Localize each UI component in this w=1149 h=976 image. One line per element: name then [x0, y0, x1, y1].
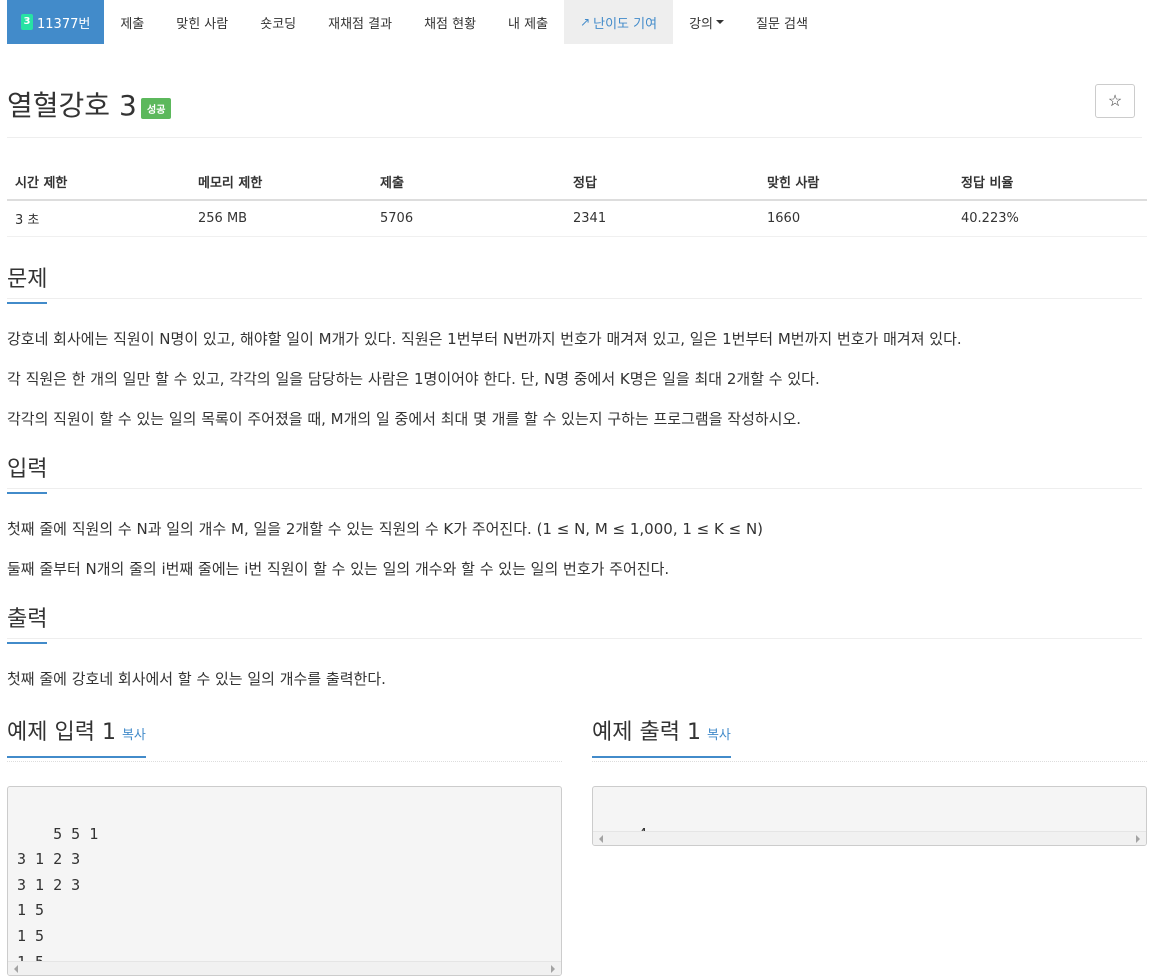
description-paragraph-1: 강호네 회사에는 직원이 N명이 있고, 해야할 일이 M개가 있다. 직원은 …	[7, 330, 962, 348]
horizontal-scrollbar[interactable]	[8, 961, 561, 975]
problem-number: 11377번	[37, 16, 91, 32]
scroll-left-icon[interactable]	[14, 965, 18, 973]
sample-input-section: 예제 입력 1 복사	[7, 712, 562, 762]
scroll-right-icon[interactable]	[1136, 835, 1140, 843]
description-heading: 문제	[7, 261, 48, 304]
description-paragraph-3: 각각의 직원이 할 수 있는 일의 목록이 주어졌을 때, M개의 일 중에서 …	[7, 410, 802, 428]
input-paragraph-2: 둘째 줄부터 N개의 줄의 i번째 줄에는 i번 직원이 할 수 있는 일의 개…	[7, 560, 670, 578]
tab-my-submissions[interactable]: 내 제출	[492, 0, 564, 44]
input-heading: 입력	[7, 451, 48, 494]
problem-title: 열혈강호 3	[7, 89, 137, 122]
tab-rejudge[interactable]: 재채점 결과	[312, 0, 408, 44]
solvers-value: 1660	[759, 200, 953, 237]
sample-output-title: 예제 출력 1	[592, 720, 701, 745]
table-header-row: 시간 제한 메모리 제한 제출 정답 맞힌 사람 정답 비율	[7, 164, 1147, 201]
tab-submit[interactable]: 제출	[104, 0, 160, 44]
memory-limit-value: 256 MB	[190, 200, 372, 237]
sample-input-box[interactable]: 5 5 1 3 1 2 3 3 1 2 3 1 5 1 5 1 5	[7, 786, 562, 976]
tab-solvers[interactable]: 맞힌 사람	[160, 0, 244, 44]
tab-lectures[interactable]: 강의	[673, 0, 740, 44]
header-accepted: 정답	[565, 164, 759, 201]
copy-sample-output-link[interactable]: 복사	[707, 728, 731, 743]
description-header: 문제	[7, 255, 1142, 304]
star-icon: ☆	[1107, 93, 1123, 110]
output-heading: 출력	[7, 601, 48, 644]
scroll-right-icon[interactable]	[551, 965, 555, 973]
description-paragraph-2: 각 직원은 한 개의 일만 할 수 있고, 각각의 일을 담당하는 사람은 1명…	[7, 370, 820, 388]
tab-question-search[interactable]: 질문 검색	[740, 0, 824, 44]
horizontal-scrollbar[interactable]	[593, 831, 1146, 845]
tab-problem[interactable]: 3 11377번	[7, 0, 105, 44]
submissions-value: 5706	[372, 200, 565, 237]
status-badge: 성공	[141, 98, 172, 119]
tab-status[interactable]: 채점 현황	[408, 0, 492, 44]
sample-input-header: 예제 입력 1 복사	[7, 712, 562, 762]
tier-badge-icon: 3	[21, 14, 33, 30]
title-row: 열혈강호 3 성공 ☆	[7, 44, 1142, 138]
output-section: 출력 첫째 줄에 강호네 회사에서 할 수 있는 일의 개수를 출력한다.	[7, 595, 1142, 689]
page: 3 11377번 제출 맞힌 사람 숏코딩 재채점 결과 채점 현황 내 제출 …	[0, 0, 1149, 976]
output-paragraph-1: 첫째 줄에 강호네 회사에서 할 수 있는 일의 개수를 출력한다.	[7, 670, 386, 688]
input-header: 입력	[7, 445, 1142, 494]
accepted-value: 2341	[565, 200, 759, 237]
tab-short-coding[interactable]: 숏코딩	[244, 0, 312, 44]
favorite-button[interactable]: ☆	[1095, 84, 1135, 118]
description-section: 문제 강호네 회사에는 직원이 N명이 있고, 해야할 일이 M개가 있다. 직…	[7, 255, 1142, 429]
input-paragraph-1: 첫째 줄에 직원의 수 N과 일의 개수 M, 일을 2개할 수 있는 직원의 …	[7, 520, 764, 538]
problem-menu: 3 11377번 제출 맞힌 사람 숏코딩 재채점 결과 채점 현황 내 제출 …	[7, 0, 1142, 44]
sample-output-section: 예제 출력 1 복사	[592, 712, 1147, 762]
sample-input-title: 예제 입력 1	[7, 720, 116, 745]
header-submissions: 제출	[372, 164, 565, 201]
sample-input-content: 5 5 1 3 1 2 3 3 1 2 3 1 5 1 5 1 5	[17, 824, 99, 971]
header-memory-limit: 메모리 제한	[190, 164, 372, 201]
sample-output-heading: 예제 출력 1 복사	[592, 714, 731, 758]
time-limit-value: 3 초	[7, 200, 190, 237]
output-header: 출력	[7, 595, 1142, 644]
sample-output-box[interactable]: 4	[592, 786, 1147, 846]
sample-input-heading: 예제 입력 1 복사	[7, 714, 146, 758]
scroll-left-icon[interactable]	[599, 835, 603, 843]
sample-output-header: 예제 출력 1 복사	[592, 712, 1147, 762]
header-ratio: 정답 비율	[953, 164, 1147, 201]
copy-sample-input-link[interactable]: 복사	[122, 728, 146, 743]
header-solvers: 맞힌 사람	[759, 164, 953, 201]
problem-info-table: 시간 제한 메모리 제한 제출 정답 맞힌 사람 정답 비율 3 초 256 M…	[7, 164, 1147, 237]
header-time-limit: 시간 제한	[7, 164, 190, 201]
table-row: 3 초 256 MB 5706 2341 1660 40.223%	[7, 200, 1147, 237]
tab-lectures-label: 강의	[689, 16, 713, 32]
input-section: 입력 첫째 줄에 직원의 수 N과 일의 개수 M, 일을 2개할 수 있는 직…	[7, 445, 1142, 579]
external-link-icon: ↗	[580, 15, 591, 29]
ratio-value: 40.223%	[953, 200, 1147, 237]
caret-down-icon	[715, 20, 724, 24]
tab-difficulty-label: 난이도 기여	[593, 16, 658, 32]
tab-difficulty-contribution[interactable]: ↗ 난이도 기여	[564, 0, 674, 44]
